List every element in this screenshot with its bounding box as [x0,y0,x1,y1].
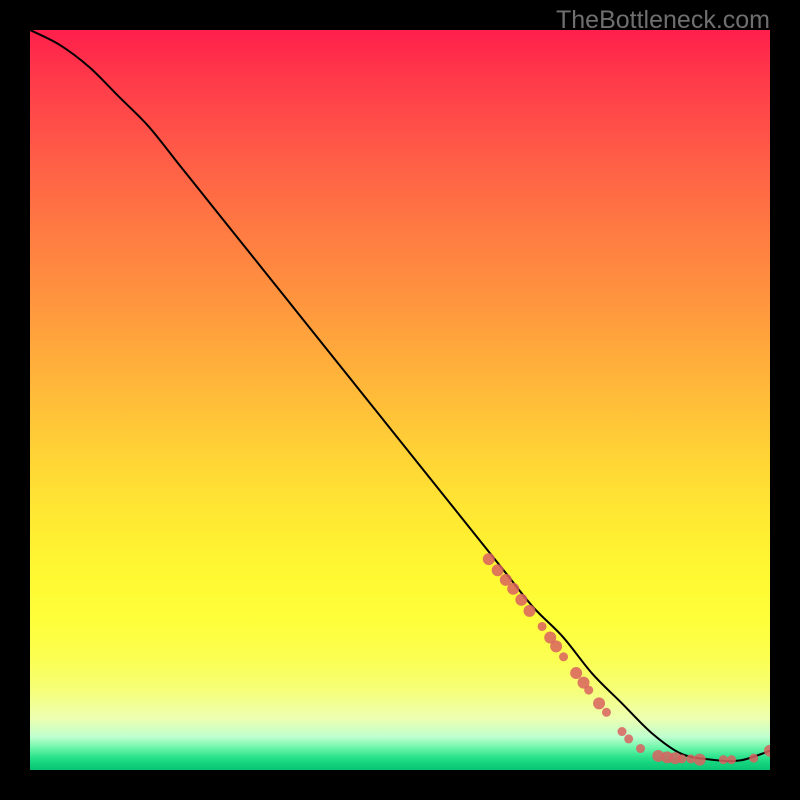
marker-dot [524,605,536,617]
marker-dot [677,754,686,763]
chart-svg [30,30,770,770]
marker-dot [483,553,495,565]
marker-dot [764,745,770,757]
watermark-text: TheBottleneck.com [556,6,770,35]
marker-dot [570,667,582,679]
marker-dot [727,755,736,764]
marker-dot [584,686,593,695]
marker-dot [618,727,627,736]
marker-dot [538,622,547,631]
marker-dot [694,754,706,766]
marker-group [483,553,770,766]
marker-dot [749,754,758,763]
bottleneck-curve [30,30,770,761]
marker-dot [492,564,504,576]
marker-dot [507,583,519,595]
marker-dot [624,734,633,743]
chart-frame: TheBottleneck.com [0,0,800,800]
marker-dot [602,708,611,717]
plot-area [30,30,770,770]
marker-dot [550,640,562,652]
marker-dot [719,755,728,764]
marker-dot [559,652,568,661]
marker-dot [515,594,527,606]
marker-dot [593,697,605,709]
marker-dot [636,744,645,753]
